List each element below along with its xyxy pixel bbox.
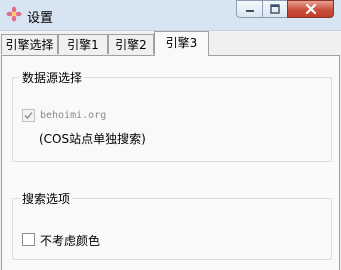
datasource-group-title: 数据源选择 — [20, 69, 85, 86]
search-options-group-title: 搜索选项 — [20, 190, 73, 207]
settings-window: 设置 引擎选择 引擎1 引擎2 引擎3 数据源选择 behoimi.org (C… — [0, 0, 341, 270]
ignore-color-checkbox[interactable] — [22, 233, 35, 246]
title-bar[interactable]: 设置 — [0, 0, 341, 31]
datasource-group: 数据源选择 behoimi.org (COS站点单独搜索) — [12, 69, 332, 162]
close-icon — [305, 3, 316, 15]
maximize-button[interactable] — [262, 0, 288, 18]
flower-icon — [6, 6, 22, 22]
tab-engine-select[interactable]: 引擎选择 — [1, 34, 58, 54]
window-title: 设置 — [27, 11, 54, 26]
tab-engine-3[interactable]: 引擎3 — [154, 31, 209, 56]
tab-engine-2[interactable]: 引擎2 — [108, 34, 154, 54]
tab-strip: 引擎选择 引擎1 引擎2 引擎3 — [0, 31, 341, 56]
cos-note: (COS站点单独搜索) — [39, 132, 146, 146]
close-button[interactable] — [287, 0, 334, 18]
checkmark-icon — [24, 111, 33, 120]
behoimi-checkbox[interactable] — [22, 109, 35, 122]
minimize-button[interactable] — [236, 0, 263, 18]
behoimi-checkbox-label: behoimi.org — [40, 110, 107, 121]
maximize-icon — [270, 4, 280, 14]
tab-engine-1[interactable]: 引擎1 — [58, 34, 108, 54]
search-options-group: 搜索选项 不考虑颜色 — [12, 190, 332, 260]
ignore-color-label: 不考虑颜色 — [40, 234, 101, 248]
minimize-icon — [245, 10, 254, 12]
tab-panel: 数据源选择 behoimi.org (COS站点单独搜索) 搜索选项 不考虑颜色 — [1, 55, 340, 270]
